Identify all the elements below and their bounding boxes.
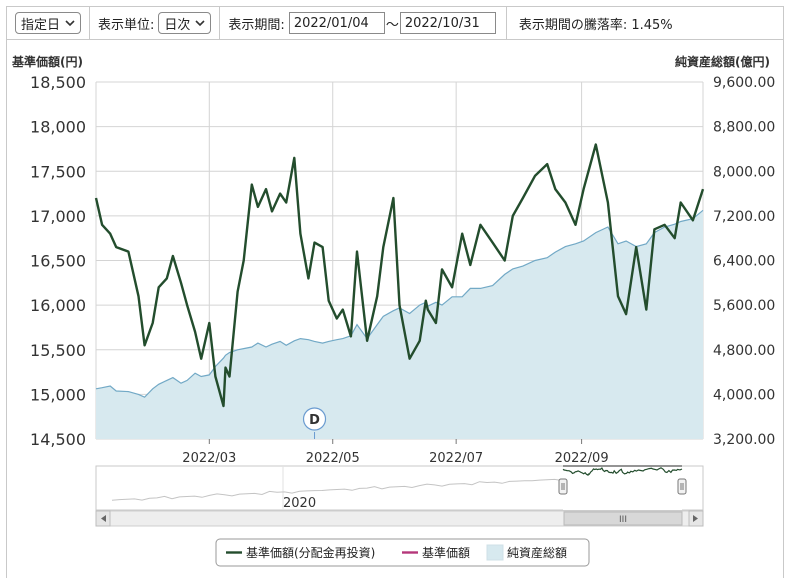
y2-tick-label: 5,600.00	[713, 298, 775, 314]
y2-tick-label: 9,600.00	[713, 75, 775, 91]
y-tick-label: 17,000	[30, 207, 86, 226]
y2-tick-label: 7,200.00	[713, 209, 775, 225]
legend-swatch	[486, 544, 504, 561]
y-axis-ticks: 18,500 18,000 17,500 17,000 16,500 16,000 15,5…	[30, 73, 86, 449]
x-tick-label: 2022/05	[306, 451, 360, 466]
y2-axis-title: 純資産総額(億円)	[675, 54, 770, 69]
y2-tick-label: 6,400.00	[713, 254, 775, 270]
legend-label: 基準価額	[422, 545, 470, 560]
y-tick-label: 14,500	[30, 430, 86, 449]
y-axis-title: 基準価額(円)	[11, 54, 83, 69]
legend-label: 基準価額(分配金再投資)	[246, 545, 375, 560]
y-tick-label: 16,000	[30, 296, 86, 315]
navigator-handle-right[interactable]	[677, 478, 687, 495]
x-tick-label: 2022/03	[182, 451, 236, 466]
y-tick-label: 16,500	[30, 252, 86, 271]
navigator-year-label: 2020	[283, 496, 316, 511]
y-tick-label: 18,500	[30, 73, 86, 92]
y2-tick-label: 8,000.00	[713, 164, 775, 180]
y2-tick-label: 4,800.00	[713, 343, 775, 359]
y-tick-label: 15,000	[30, 385, 86, 404]
navigator-handle-left[interactable]	[558, 478, 568, 495]
x-tick-label: 2022/09	[555, 451, 609, 466]
y2-tick-label: 4,000.00	[713, 387, 775, 403]
event-marker-label[interactable]: D	[309, 413, 320, 428]
x-axis-ticks: 2022/03 2022/05 2022/07 2022/09	[182, 439, 609, 466]
y2-tick-label: 8,800.00	[713, 120, 775, 136]
y-tick-label: 15,500	[30, 341, 86, 360]
y-tick-label: 18,000	[30, 118, 86, 137]
legend-label: 純資産総額	[507, 545, 567, 560]
y-tick-label: 17,500	[30, 162, 86, 181]
range-navigator[interactable]: 20202022III	[95, 465, 704, 527]
x-tick-label: 2022/07	[429, 451, 483, 466]
y2-axis-ticks: 9,600.00 8,800.00 8,000.00 7,200.00 6,400.00…	[713, 75, 775, 448]
y2-tick-label: 3,200.00	[713, 432, 775, 448]
scrollbar-grip-icon[interactable]: III	[619, 515, 627, 525]
fund-chart: 基準価額(円) 純資産総額(億円) 18,500 18,000 17,500 17,0…	[11, 54, 775, 567]
legend: 基準価額(分配金再投資) 基準価額 純資産総額	[215, 538, 590, 567]
